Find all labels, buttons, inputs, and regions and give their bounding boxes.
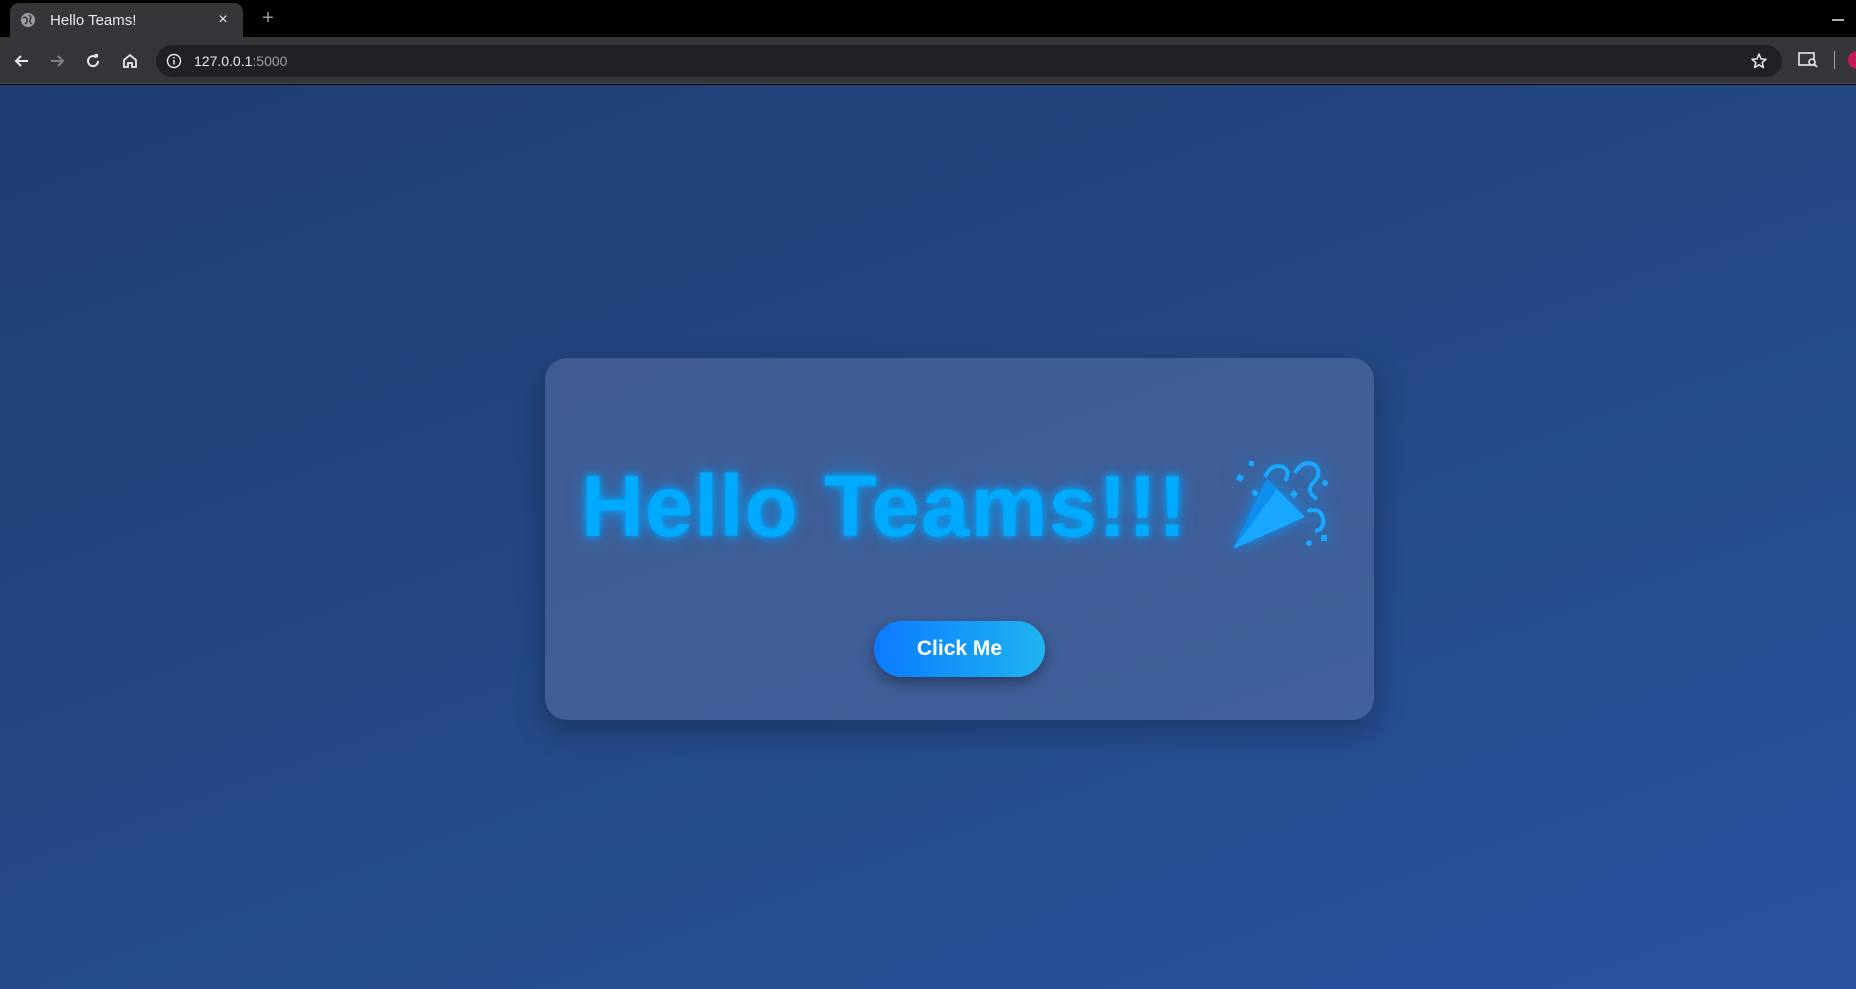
click-me-button[interactable]: Click Me [874, 621, 1045, 677]
arrow-right-icon [51, 55, 65, 67]
tab-title: Hello Teams! [50, 11, 137, 29]
address-bar[interactable]: 127.0.0.1:5000 [156, 45, 1782, 77]
reload-button[interactable] [79, 47, 107, 75]
back-button[interactable] [8, 47, 36, 75]
close-tab-icon[interactable]: × [213, 11, 233, 29]
home-icon [123, 53, 137, 68]
page-headline: Hello Teams!!! [581, 458, 1188, 555]
home-button[interactable] [116, 47, 144, 75]
globe-icon [21, 13, 35, 27]
minimize-window-icon[interactable] [1828, 6, 1848, 26]
toolbar-separator [1834, 51, 1835, 69]
bookmark-star-icon[interactable] [1750, 52, 1768, 70]
site-info-icon[interactable] [166, 53, 182, 69]
forward-button[interactable] [43, 47, 71, 75]
browser-tab[interactable]: Hello Teams! × [10, 3, 243, 37]
url-host: 127.0.0.1 [194, 53, 253, 69]
page-viewport: Hello Teams!!! Click Me [0, 85, 1856, 989]
reload-icon [87, 54, 100, 68]
tab-strip: Hello Teams! × + [0, 0, 1856, 37]
tab-search-icon[interactable] [1798, 51, 1818, 69]
party-popper-icon [1233, 461, 1328, 549]
arrow-left-icon [14, 55, 28, 67]
greeting-card: Hello Teams!!! Click Me [545, 358, 1374, 720]
url-port: :5000 [252, 53, 288, 69]
browser-toolbar: 127.0.0.1:5000 [0, 37, 1856, 84]
new-tab-button[interactable]: + [254, 6, 282, 32]
